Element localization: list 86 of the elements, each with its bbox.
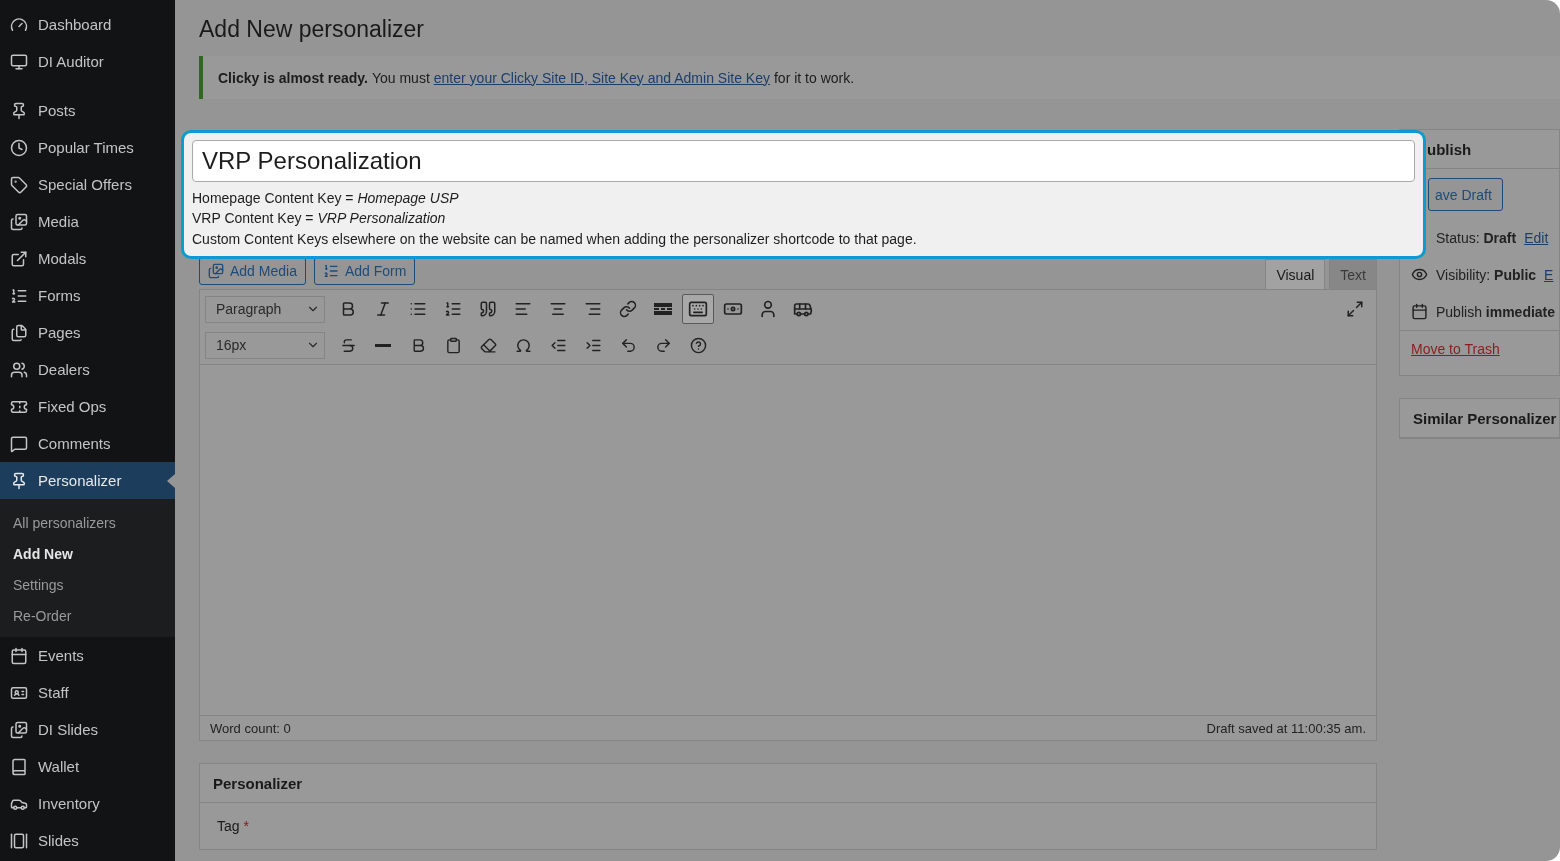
keyboard-icon: [688, 299, 708, 319]
menu-icon: [10, 434, 28, 453]
menu-icon: [10, 52, 28, 71]
sidebar-item[interactable]: Modals: [0, 240, 175, 277]
help-text: Homepage Content Key = Homepage USP: [192, 188, 460, 208]
format-select[interactable]: Paragraph: [205, 295, 325, 323]
help-text: VRP Content Key = VRP Personalization: [192, 209, 447, 228]
menu-icon: [10, 646, 28, 665]
button-icon: [208, 263, 224, 279]
menu-icon: [10, 360, 28, 379]
menu-icon: [10, 101, 28, 120]
align-right-icon: [584, 300, 602, 318]
italic-icon: [374, 300, 392, 318]
sidebar-item[interactable]: Media: [0, 203, 175, 240]
panel-title: Personalizer: [200, 764, 1376, 803]
fullscreen-icon: [1346, 300, 1364, 318]
publish-info: Publish immediate: [1436, 303, 1556, 320]
read-more-icon: [654, 303, 672, 315]
publish-info: Status: Draft: [1436, 229, 1517, 246]
word-count: Word count: 0: [210, 720, 291, 736]
redo-icon: [654, 336, 672, 354]
menu-icon: [10, 138, 28, 157]
omega-icon: [514, 336, 532, 354]
sidebar-item[interactable]: Posts: [0, 92, 175, 129]
notice-text: You must: [371, 69, 430, 86]
undo-icon: [619, 336, 637, 354]
notice-link[interactable]: enter your Clicky Site ID, Site Key and Admin Site Key: [433, 69, 770, 86]
quote-icon: [479, 300, 497, 318]
edit-link[interactable]: Edit: [1524, 229, 1549, 246]
editor-tab[interactable]: Visual: [1265, 259, 1326, 289]
submenu-item[interactable]: Settings: [0, 569, 175, 600]
sidebar-item[interactable]: Staff: [0, 674, 175, 711]
eraser-icon: [479, 336, 497, 354]
menu-icon: [10, 831, 28, 850]
help-icon: [689, 336, 707, 354]
paste-text-icon: [444, 336, 462, 354]
toolbar-toggle-button[interactable]: [682, 294, 714, 324]
person-icon: [758, 299, 778, 319]
draft-saved-text: Draft saved at 11:00:35 am.: [1206, 720, 1366, 736]
sidebar-item[interactable]: Events: [0, 637, 175, 674]
sidebar-item[interactable]: Forms: [0, 277, 175, 314]
link-icon: [619, 300, 637, 318]
title-input[interactable]: VRP Personalization: [192, 140, 1415, 182]
menu-icon: [10, 323, 28, 342]
menu-icon: [10, 175, 28, 194]
status-icon: [1411, 266, 1428, 283]
sidebar-item[interactable]: Dashboard: [0, 6, 175, 43]
sidebar-item[interactable]: Pages: [0, 314, 175, 351]
sidebar-item[interactable]: Inventory: [0, 785, 175, 822]
status-icon: [1411, 303, 1428, 320]
notice-text: for it to work.: [773, 69, 855, 86]
edit-link[interactable]: E: [1544, 266, 1554, 283]
align-left-icon: [514, 300, 532, 318]
notice-bold-text: Clicky is almost ready.: [218, 69, 368, 86]
current-page-pointer: [167, 474, 175, 488]
panel-title: Similar Personalizer: [1400, 399, 1559, 438]
sidebar-item[interactable]: Personalizer: [0, 462, 175, 499]
menu-icon: [10, 757, 28, 776]
menu-icon: [10, 471, 28, 490]
strikethrough-icon: [339, 336, 357, 354]
sidebar-item[interactable]: Special Offers: [0, 166, 175, 203]
publish-info: Visibility: Public: [1436, 266, 1537, 283]
tag-label: Tag *: [217, 818, 249, 834]
menu-icon: [10, 15, 28, 34]
help-text: Custom Content Keys elsewhere on the website can be named when adding the personalizer shortcode to that page.: [192, 229, 918, 249]
menu-icon: [10, 249, 28, 268]
menu-icon: [10, 286, 28, 305]
sidebar-item[interactable]: DI Slides: [0, 711, 175, 748]
sidebar-item[interactable]: Popular Times: [0, 129, 175, 166]
bullet-list-icon: [409, 300, 427, 318]
submenu-item[interactable]: Re-Order: [0, 600, 175, 631]
submenu-item[interactable]: All personalizers: [0, 507, 175, 538]
font-size-select[interactable]: 16px: [205, 331, 325, 359]
sidebar-item[interactable]: Dealers: [0, 351, 175, 388]
menu-icon: [10, 720, 28, 739]
sidebar-item[interactable]: Wallet: [0, 748, 175, 785]
align-center-icon: [549, 300, 567, 318]
sidebar-item[interactable]: Fixed Ops: [0, 388, 175, 425]
sidebar-item[interactable]: DI Auditor: [0, 43, 175, 80]
page-title: Add New personalizer: [199, 16, 425, 43]
sidebar-item[interactable]: Slides: [0, 822, 175, 859]
sidebar-item[interactable]: Comments: [0, 425, 175, 462]
button-icon: [322, 263, 339, 279]
submenu-item[interactable]: Add New: [0, 538, 175, 569]
menu-icon: [10, 212, 28, 231]
numbered-list-icon: [444, 300, 462, 318]
